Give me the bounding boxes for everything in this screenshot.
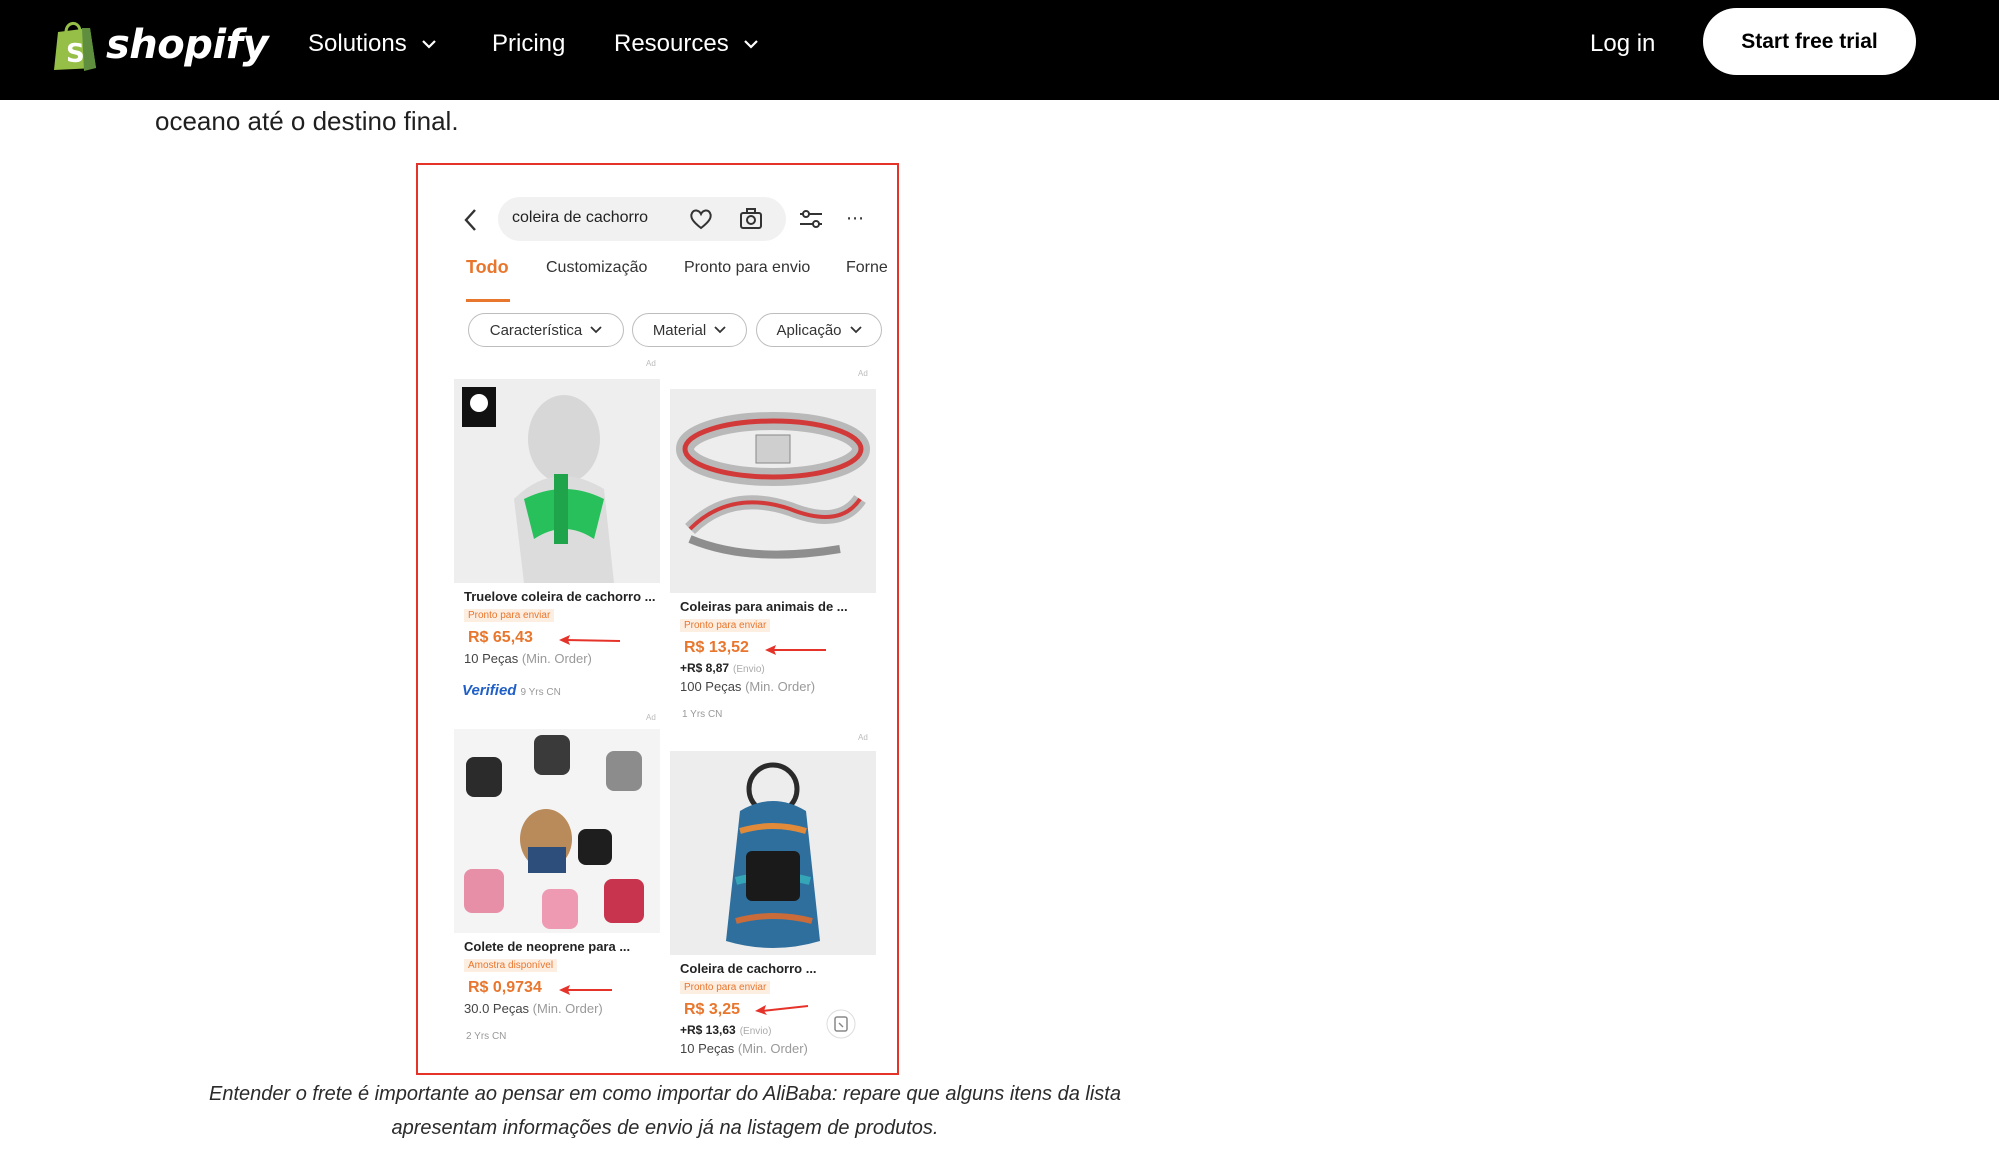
moq-value: 100 Peças: [680, 679, 742, 694]
filter-label: Característica: [489, 321, 583, 339]
figure-caption: Entender o frete é importante ao pensar …: [150, 1077, 1180, 1145]
search-bar[interactable]: coleira de cachorro: [498, 197, 786, 241]
camera-icon[interactable]: [738, 206, 764, 232]
nav-solutions-label: Solutions: [308, 30, 407, 57]
verified-label: Verified: [462, 682, 517, 699]
article-paragraph: oceano até o destino final.: [155, 106, 459, 136]
chevron-down-icon: [714, 326, 726, 334]
back-arrow-icon[interactable]: [460, 207, 482, 233]
product-price: R$ 3,25: [684, 1001, 741, 1018]
shipping-value: +R$ 13,63: [680, 1023, 736, 1037]
red-arrow-annotation: [559, 985, 612, 995]
tab-todo[interactable]: Todo: [466, 257, 509, 278]
filter-sliders-icon[interactable]: [798, 207, 824, 231]
tab-bar: Todo Customização Pronto para envio Forn…: [418, 257, 897, 299]
tab-fornecedores[interactable]: Forne: [846, 259, 888, 277]
shipping-note: (Envio): [733, 664, 765, 675]
product-title[interactable]: Truelove coleira de cachorro ...: [464, 589, 655, 604]
shopify-logo[interactable]: S shopify: [52, 18, 269, 72]
tab-pronto-para-envio[interactable]: Pronto para envio: [684, 259, 810, 277]
moq-value: 10 Peças: [464, 651, 519, 666]
ad-label: Ad: [646, 713, 656, 722]
product-image-harness[interactable]: [454, 379, 660, 583]
moq-note: (Min. Order): [737, 1041, 808, 1056]
product-price: R$ 0,9734: [468, 979, 542, 996]
caption-line-2: apresentam informações de envio já na li…: [391, 1117, 939, 1139]
moq-value: 30.0 Peças: [464, 1001, 530, 1016]
product-title[interactable]: Colete de neoprene para ...: [464, 939, 630, 954]
chat-icon[interactable]: [826, 1009, 856, 1039]
red-arrow-annotation: [765, 645, 826, 655]
ad-label: Ad: [858, 369, 868, 378]
active-tab-indicator: [466, 299, 510, 302]
chevron-down-icon: [849, 326, 862, 334]
shopify-bag-icon: S: [52, 18, 98, 72]
login-link[interactable]: Log in: [1590, 30, 1655, 58]
shipping-note: (Envio): [739, 1026, 772, 1037]
more-options-icon[interactable]: ⋯: [846, 207, 868, 229]
shipping-cost: +R$ 8,87 (Envio): [680, 661, 765, 675]
filter-aplicacao[interactable]: Aplicação: [756, 313, 882, 347]
product-title[interactable]: Coleira de cachorro ...: [680, 961, 817, 976]
nav-pricing-label: Pricing: [492, 30, 566, 57]
filter-material[interactable]: Material: [632, 313, 747, 347]
product-tag: Amostra disponível: [464, 959, 558, 972]
search-row: coleira de cachorro ⋯: [418, 195, 897, 245]
supplier-years: 1 Yrs CN: [682, 709, 723, 720]
chevron-down-icon: [421, 40, 436, 49]
moq-note: (Min. Order): [745, 679, 816, 694]
nav-resources[interactable]: Resources: [614, 30, 759, 58]
filter-label: Material: [652, 321, 707, 339]
product-moq: 100 Peças (Min. Order): [680, 679, 815, 694]
moq-value: 10 Peças: [680, 1041, 735, 1056]
start-free-trial-button[interactable]: Start free trial: [1703, 8, 1916, 75]
supplier-years: 2 Yrs CN: [466, 1031, 507, 1042]
red-arrow-annotation: [559, 635, 621, 645]
product-image-collar-leash[interactable]: [670, 389, 876, 593]
ad-label: Ad: [646, 359, 656, 368]
product-price: R$ 13,52: [684, 639, 749, 656]
caption-line-1: Entender o frete é importante ao pensar …: [208, 1083, 1121, 1105]
tab-customizacao[interactable]: Customização: [546, 259, 647, 277]
product-card[interactable]: Colete de neoprene para ... Amostra disp…: [454, 729, 660, 1059]
product-card[interactable]: Coleiras para animais de ... Pronto para…: [670, 389, 876, 739]
nav-solutions[interactable]: Solutions: [308, 30, 437, 58]
nav-pricing[interactable]: Pricing: [492, 30, 565, 58]
product-card[interactable]: Coleira de cachorro ... Pronto para envi…: [670, 751, 876, 1071]
chevron-down-icon: [743, 40, 758, 49]
product-image-paisley-collar[interactable]: [670, 751, 876, 955]
product-title[interactable]: Coleiras para animais de ...: [680, 599, 848, 614]
product-card[interactable]: Truelove coleira de cachorro ... Pronto …: [454, 379, 660, 719]
product-image-neoprene-vests[interactable]: [454, 729, 660, 933]
product-tag: Pronto para enviar: [680, 981, 771, 994]
moq-note: (Min. Order): [521, 651, 592, 666]
brand-name: shopify: [106, 22, 269, 68]
product-moq: 10 Peças (Min. Order): [680, 1041, 808, 1056]
product-tag: Pronto para enviar: [680, 619, 771, 632]
red-arrow-annotation: [755, 1005, 809, 1015]
verified-badge: Verified 9 Yrs CN: [462, 682, 561, 699]
shipping-cost: +R$ 13,63 (Envio): [680, 1023, 771, 1037]
nav-resources-label: Resources: [614, 30, 729, 57]
shipping-value: +R$ 8,87: [680, 661, 730, 675]
product-moq: 10 Peças (Min. Order): [464, 651, 592, 666]
heart-icon[interactable]: [688, 207, 714, 231]
search-query: coleira de cachorro: [512, 209, 649, 226]
product-tag: Pronto para enviar: [464, 609, 555, 622]
alibaba-screenshot-figure: coleira de cachorro ⋯ Todo Customização …: [416, 163, 899, 1075]
product-moq: 30.0 Peças (Min. Order): [464, 1001, 603, 1016]
top-navigation: S shopify Solutions Pricing Resources Lo…: [0, 0, 1999, 100]
moq-note: (Min. Order): [532, 1001, 603, 1016]
chevron-down-icon: [590, 326, 602, 334]
filter-caracteristica[interactable]: Característica: [468, 313, 624, 347]
svg-text:S: S: [66, 39, 85, 69]
product-price: R$ 65,43: [468, 629, 533, 646]
ad-label: Ad: [858, 733, 868, 742]
supplier-years: 9 Yrs CN: [520, 687, 561, 698]
filter-label: Aplicação: [776, 321, 842, 339]
